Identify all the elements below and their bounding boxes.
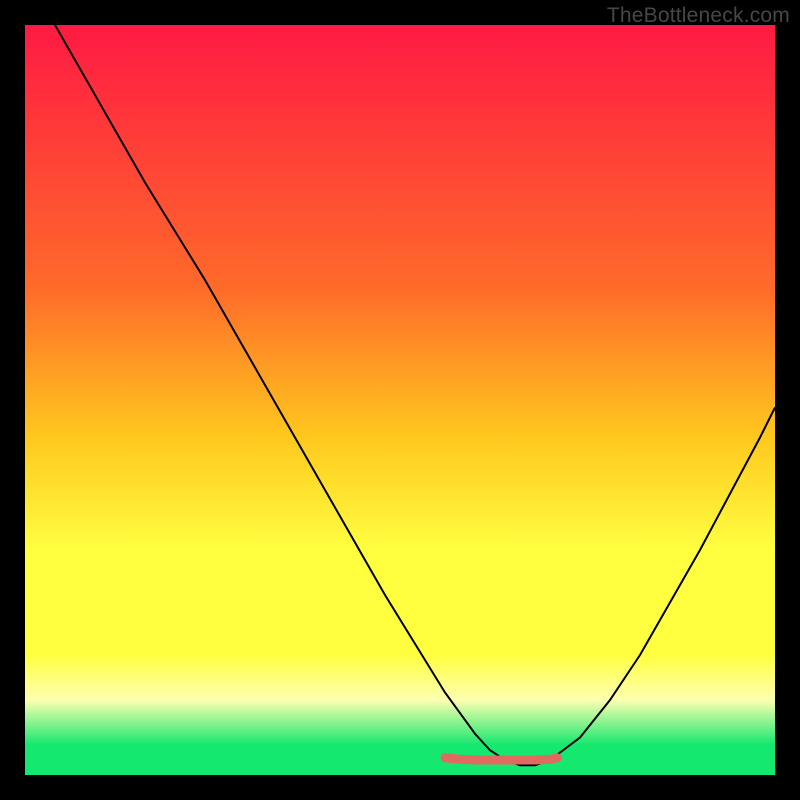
optimal-range-marker	[445, 758, 558, 760]
bottleneck-chart	[25, 25, 775, 775]
gradient-background	[25, 25, 775, 775]
plot-container	[25, 25, 775, 775]
app-frame: TheBottleneck.com	[0, 0, 800, 800]
watermark-label: TheBottleneck.com	[607, 4, 790, 28]
